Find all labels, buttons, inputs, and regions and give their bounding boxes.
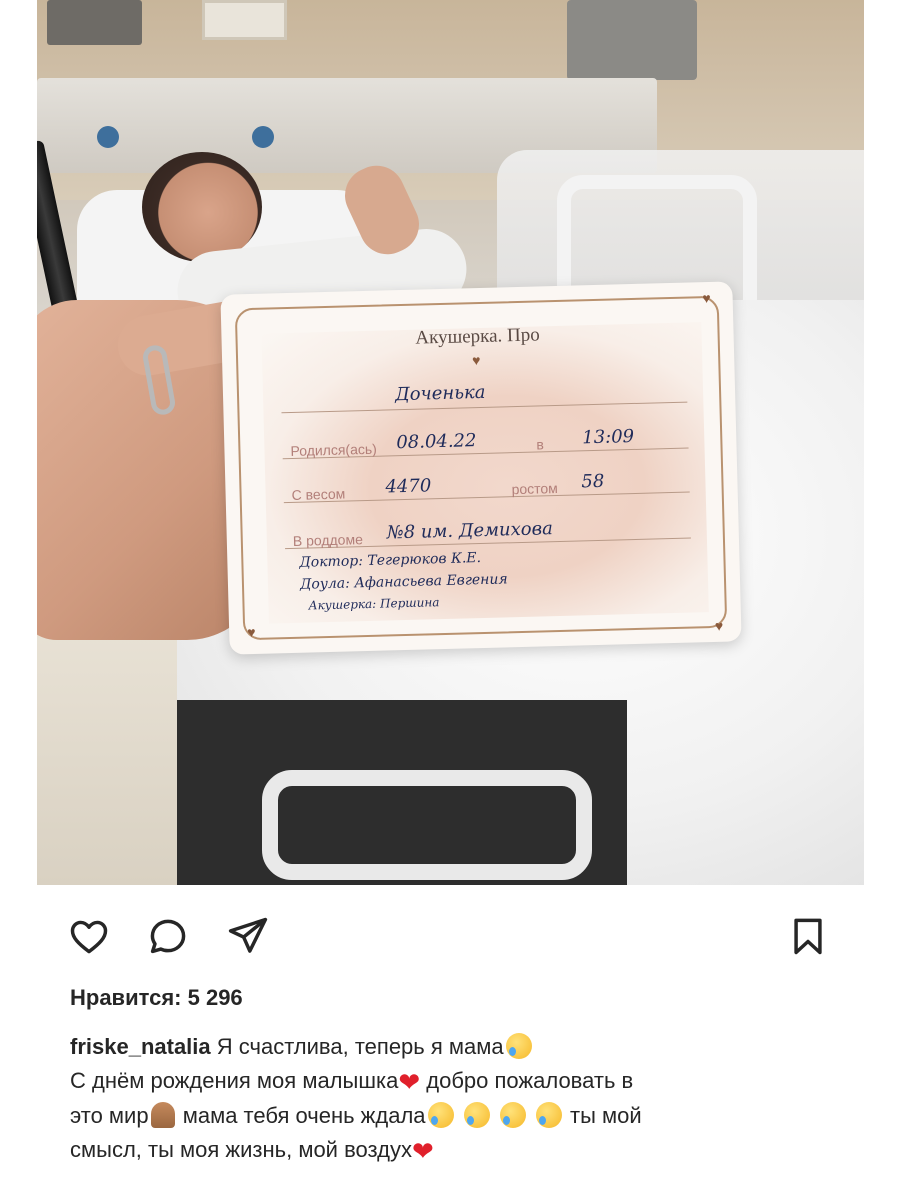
caption-line: это мир мама тебя очень ждала ты мой: [70, 1099, 850, 1133]
caption-text: мама тебя очень ждала: [182, 1103, 426, 1128]
card-born-label: Родился(ась): [290, 440, 378, 459]
heart-icon: ♥: [714, 617, 724, 634]
speech-bubble-icon: [150, 919, 186, 954]
birth-card: ♥ ♥ ♥ Акушерка. Про ♥ Доченька Родился(а…: [220, 281, 742, 655]
card-weight-value: 4470: [385, 475, 432, 498]
caption-text: это мир: [70, 1103, 149, 1128]
crying-face-emoji-icon: [505, 1033, 532, 1059]
comment-button[interactable]: [145, 913, 191, 959]
card-time-value: 13:09: [581, 425, 635, 449]
paper-plane-icon: [228, 917, 268, 953]
caption-text: смысл, ты моя жизнь, мой воздух: [70, 1137, 412, 1162]
post-photo[interactable]: ♥ ♥ ♥ Акушерка. Про ♥ Доченька Родился(а…: [37, 0, 864, 885]
photo-person-head: [142, 152, 262, 262]
caption-line: С днём рождения моя малышка❤ добро пожал…: [70, 1064, 850, 1099]
folded-hands-emoji-icon: [150, 1102, 175, 1128]
caption-text: Я счастлива, теперь я мама: [216, 1034, 504, 1059]
photo-wall-frame: [202, 0, 287, 40]
photo-monitor: [567, 0, 697, 80]
caption-line: friske_natalia Я счастлива, теперь я мам…: [70, 1030, 850, 1064]
caption-line: смысл, ты моя жизнь, мой воздух❤: [70, 1133, 850, 1168]
post-caption: friske_natalia Я счастлива, теперь я мам…: [70, 1030, 850, 1168]
card-height-label: ростом: [511, 479, 559, 498]
card-at-label: в: [536, 436, 545, 453]
share-button[interactable]: [225, 913, 271, 959]
red-heart-emoji-icon: ❤: [398, 1067, 421, 1097]
heart-icon: ♥: [247, 623, 256, 641]
caption-username[interactable]: friske_natalia: [70, 1034, 211, 1059]
photo-bed-bottom-rail: [262, 770, 592, 880]
caption-text: добро пожаловать в: [426, 1068, 634, 1093]
like-button[interactable]: [66, 913, 112, 959]
photo-socket: [97, 126, 119, 148]
save-button[interactable]: [785, 913, 831, 959]
photo-socket: [252, 126, 274, 148]
photo-wall-device: [47, 0, 142, 45]
crying-face-emoji-icon: [463, 1102, 490, 1128]
likes-count[interactable]: Нравится: 5 296: [70, 985, 243, 1011]
card-hospital-label: В роддоме: [292, 531, 364, 549]
heart-icon: ♥: [471, 351, 481, 369]
red-heart-emoji-icon: ❤: [411, 1136, 434, 1166]
card-weight-label: С весом: [291, 485, 346, 503]
crying-face-emoji-icon: [427, 1102, 454, 1128]
heart-icon: ♥: [702, 289, 711, 307]
bookmark-icon: [794, 918, 822, 955]
card-name-value: Доченька: [394, 381, 486, 406]
card-height-value: 58: [581, 470, 605, 493]
heart-outline-icon: [70, 920, 108, 954]
post-action-bar: [37, 905, 864, 965]
crying-face-emoji-icon: [499, 1102, 526, 1128]
crying-face-emoji-icon: [535, 1102, 562, 1128]
caption-text: ты мой: [570, 1103, 642, 1128]
caption-text: С днём рождения моя малышка: [70, 1068, 399, 1093]
card-date-value: 08.04.22: [396, 430, 477, 454]
card-hospital-value: №8 им. Демихова: [386, 518, 554, 544]
